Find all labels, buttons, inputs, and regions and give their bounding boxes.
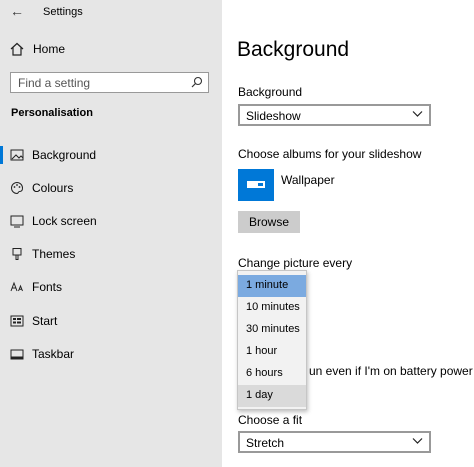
option-label: 30 minutes [246, 323, 300, 335]
interval-option-10-minutes[interactable]: 10 minutes [238, 297, 306, 319]
background-label: Background [238, 85, 303, 99]
interval-option-1-minute[interactable]: 1 minute [238, 275, 306, 297]
sidebar-item-fonts[interactable]: Fonts [0, 276, 222, 300]
nav-home-label: Home [33, 42, 66, 56]
change-interval-label: Change picture every [238, 256, 353, 270]
option-label: 10 minutes [246, 301, 300, 313]
sidebar: ← Settings Home Find a setting Personali… [0, 0, 222, 467]
sidebar-item-label: Start [32, 314, 58, 328]
chevron-down-icon [412, 111, 423, 117]
search-icon[interactable] [191, 76, 203, 88]
option-label: 6 hours [246, 367, 283, 379]
albums-label: Choose albums for your slideshow [238, 147, 422, 161]
home-icon [10, 42, 24, 56]
palette-icon [11, 181, 24, 195]
sidebar-item-start[interactable]: Start [0, 310, 222, 334]
interval-dropdown[interactable]: 1 minute 10 minutes 30 minutes 1 hour 6 … [237, 270, 307, 410]
option-label: 1 hour [246, 345, 278, 357]
sidebar-item-label: Background [32, 148, 97, 162]
album-name[interactable]: Wallpaper [281, 173, 335, 187]
lock-screen-icon [10, 215, 24, 228]
sidebar-item-colours[interactable]: Colours [0, 177, 222, 201]
fonts-icon [10, 281, 23, 292]
background-select[interactable]: Slideshow [238, 104, 431, 126]
battery-toggle-label: un even if I'm on battery power [309, 364, 473, 378]
album-icon-glyph [247, 181, 265, 188]
interval-option-6-hours[interactable]: 6 hours [238, 363, 306, 385]
sidebar-item-label: Colours [32, 181, 74, 195]
sidebar-item-label: Taskbar [32, 347, 75, 361]
sidebar-item-label: Themes [32, 247, 76, 261]
taskbar-icon [10, 349, 24, 360]
sidebar-item-background[interactable]: Background [0, 144, 222, 168]
nav-home[interactable]: Home [0, 38, 222, 62]
back-arrow-icon[interactable]: ← [10, 3, 24, 19]
search-placeholder: Find a setting [18, 76, 91, 90]
browse-button[interactable]: Browse [238, 211, 300, 233]
picture-icon [10, 149, 24, 161]
chevron-down-icon [412, 438, 423, 444]
option-label: 1 minute [246, 279, 289, 291]
sidebar-item-taskbar[interactable]: Taskbar [0, 343, 222, 367]
option-label: 1 day [246, 389, 273, 401]
page-title: Background [237, 38, 350, 61]
start-icon [10, 315, 24, 327]
fit-label: Choose a fit [238, 413, 303, 427]
interval-option-1-day[interactable]: 1 day [238, 385, 306, 407]
interval-option-1-hour[interactable]: 1 hour [238, 341, 306, 363]
fit-select-value: Stretch [246, 436, 285, 450]
interval-option-30-minutes[interactable]: 30 minutes [238, 319, 306, 341]
fit-select[interactable]: Stretch [238, 431, 431, 453]
section-title: Personalisation [11, 107, 93, 119]
album-icon[interactable] [238, 169, 274, 201]
sidebar-item-label: Lock screen [32, 214, 97, 228]
sidebar-item-label: Fonts [32, 280, 63, 294]
themes-icon [12, 248, 22, 260]
sidebar-item-themes[interactable]: Themes [0, 243, 222, 267]
app-title: Settings [43, 6, 83, 18]
background-select-value: Slideshow [246, 109, 301, 123]
active-indicator [0, 146, 3, 164]
sidebar-item-lock-screen[interactable]: Lock screen [0, 210, 222, 234]
title-bar: ← Settings [0, 0, 222, 26]
search-input[interactable]: Find a setting [10, 72, 209, 93]
